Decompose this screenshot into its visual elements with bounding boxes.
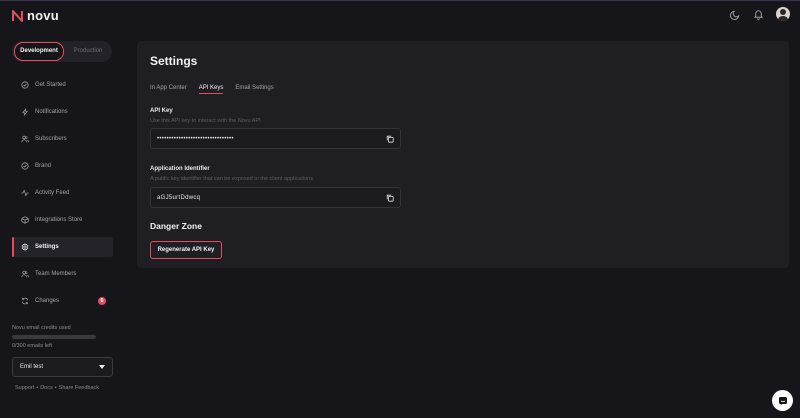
separator-dot: •: [54, 385, 57, 391]
settings-panel: Settings In App Center API Keys Email Se…: [137, 41, 789, 268]
chat-support-button[interactable]: [772, 390, 793, 411]
regenerate-api-key-button[interactable]: Regenerate API Key: [150, 241, 222, 259]
header-actions: [730, 7, 790, 21]
caret-down-icon: [99, 365, 105, 369]
novu-logo[interactable]: novu: [12, 8, 59, 23]
chat-icon: [778, 396, 787, 405]
sidebar-item-settings[interactable]: Settings: [12, 237, 113, 257]
copy-icon[interactable]: [386, 194, 394, 202]
sidebar-item-brand[interactable]: Brand: [12, 156, 113, 176]
credits-remaining: 0/300 emails left: [12, 343, 53, 349]
api-key-label: API Key: [150, 108, 173, 114]
users-icon: [21, 135, 29, 143]
credits-title: Novu email credits used: [12, 325, 71, 331]
sidebar-nav: Get Started Notifications Subscribers Br…: [12, 75, 113, 318]
tab-in-app-center[interactable]: In App Center: [150, 85, 187, 94]
api-key-help: Use this API key to interact with the No…: [150, 118, 261, 124]
environment-toggle[interactable]: Development Production: [12, 41, 112, 62]
app-identifier-label: Application Identifier: [150, 166, 210, 172]
novu-logo-icon: [12, 9, 23, 22]
env-development-button[interactable]: Development: [14, 42, 64, 61]
sidebar-item-team-members[interactable]: Team Members: [12, 264, 113, 284]
refresh-icon: [21, 297, 29, 305]
sidebar-item-integrations-store[interactable]: Integrations Store: [12, 210, 113, 230]
separator-dot: •: [36, 385, 39, 391]
check-circle-icon: [21, 162, 29, 170]
tab-api-keys[interactable]: API Keys: [198, 85, 223, 94]
bell-icon[interactable]: [753, 9, 764, 20]
copy-icon[interactable]: [386, 135, 394, 143]
danger-zone-title: Danger Zone: [150, 221, 202, 231]
box-icon: [21, 216, 29, 224]
app-identifier-value: aGJ5urtDdwcq: [157, 194, 201, 201]
sidebar-item-changes[interactable]: Changes 6: [12, 291, 113, 311]
lightning-icon: [22, 108, 28, 116]
api-key-value: ••••••••••••••••••••••••••••••••: [157, 135, 234, 142]
gear-icon: [21, 243, 29, 251]
brand-name: novu: [27, 8, 59, 23]
activity-icon: [21, 189, 29, 197]
settings-tabs: In App Center API Keys Email Settings: [150, 85, 274, 94]
sidebar-item-label: Integrations Store: [35, 217, 83, 223]
sidebar-item-subscribers[interactable]: Subscribers: [12, 129, 113, 149]
share-feedback-link[interactable]: Share Feedback: [59, 385, 99, 391]
user-avatar[interactable]: [776, 7, 790, 21]
sidebar-item-label: Notifications: [35, 109, 68, 115]
docs-link[interactable]: Docs: [40, 385, 53, 391]
changes-count-badge: 6: [98, 297, 106, 305]
sidebar-item-label: Team Members: [35, 271, 77, 277]
sidebar-item-notifications[interactable]: Notifications: [12, 102, 113, 122]
sidebar-item-get-started[interactable]: Get Started: [12, 75, 113, 95]
organization-select[interactable]: Emil test: [12, 357, 113, 377]
check-circle-icon: [21, 81, 29, 89]
organization-name: Emil test: [20, 364, 44, 370]
page-title: Settings: [150, 54, 198, 68]
moon-icon[interactable]: [730, 9, 741, 20]
email-credits: Novu email credits used 0/300 emails lef…: [12, 325, 112, 349]
tab-email-settings[interactable]: Email Settings: [235, 85, 273, 94]
sidebar-item-label: Subscribers: [35, 136, 67, 142]
support-link[interactable]: Support: [15, 385, 34, 391]
top-bar: novu: [0, 1, 800, 31]
sidebar-item-label: Get Started: [35, 82, 66, 88]
api-key-field[interactable]: ••••••••••••••••••••••••••••••••: [150, 128, 401, 149]
sidebar-item-label: Brand: [35, 163, 52, 169]
users-icon: [21, 270, 29, 278]
app-identifier-help: A public key identifier that can be expo…: [150, 176, 313, 182]
sidebar: Development Production Get Started Notif…: [0, 31, 124, 418]
sidebar-item-label: Activity Feed: [35, 190, 70, 196]
credits-progress-bar: [12, 335, 96, 339]
sidebar-item-activity-feed[interactable]: Activity Feed: [12, 183, 113, 203]
sidebar-item-label: Changes: [35, 298, 60, 304]
sidebar-item-label: Settings: [35, 244, 59, 250]
app-identifier-field[interactable]: aGJ5urtDdwcq: [150, 187, 401, 208]
sidebar-footer-links: Support • Docs • Share Feedback: [15, 385, 99, 391]
env-production-button[interactable]: Production: [64, 43, 112, 60]
